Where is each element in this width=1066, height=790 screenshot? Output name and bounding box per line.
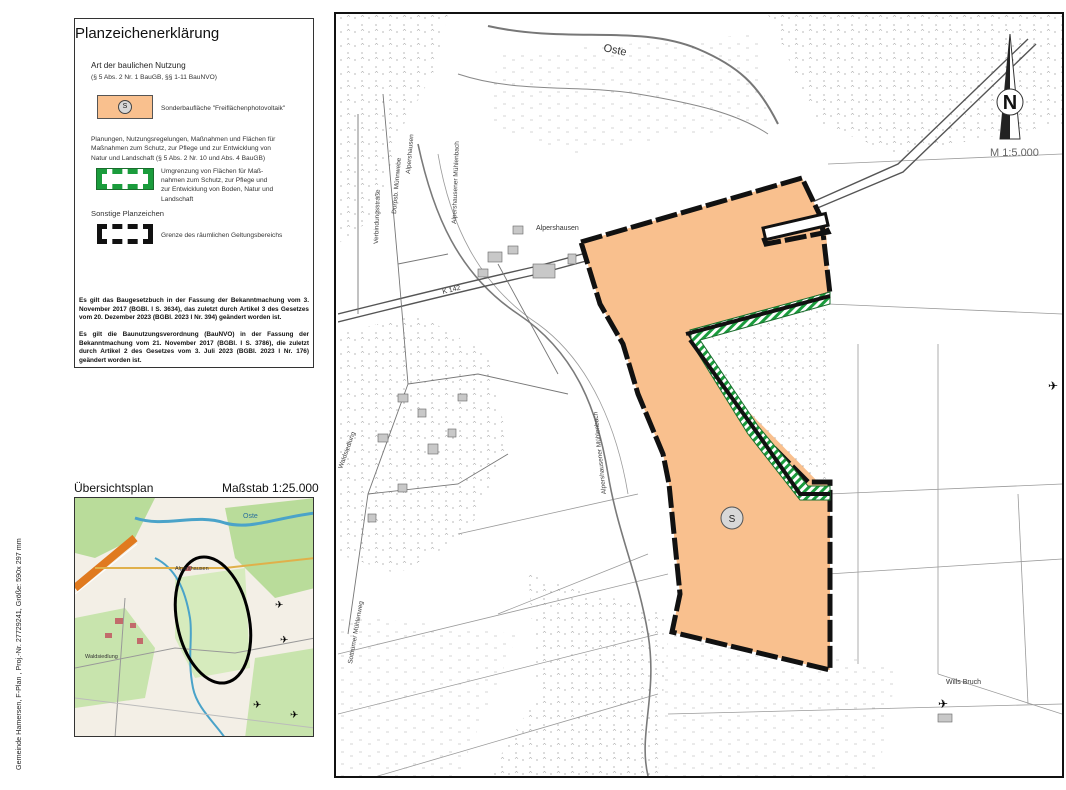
section2-line-2: Maßnahmen zum Schutz, zur Pflege und zur… — [91, 145, 271, 153]
legal-baugb: Es gilt das Baugesetzbuch in der Fassung… — [79, 297, 309, 322]
green-line-3: zur Entwicklung von Boden, Natur und — [161, 186, 274, 194]
sonder-symbol: S — [97, 95, 153, 119]
map-label-alpershausen: Alpershausen — [536, 225, 579, 232]
airfield-icon-3: ✈ — [253, 700, 261, 711]
north-label: N — [1003, 92, 1017, 114]
airfield-icon-2: ✈ — [280, 635, 288, 646]
overview-label-oste: Oste — [243, 513, 258, 520]
sonder-s-marker-label: S — [729, 514, 736, 525]
main-map: S N M 1:5.000 ✈ ✈ Oste Alpershausen K 14… — [338, 14, 1062, 776]
section2-line-3: Natur und Landschaft (§ 5 Abs. 2 Nr. 10 … — [91, 154, 266, 162]
airfield-icon: ✈ — [275, 600, 283, 611]
main-map-svg: S N M 1:5.000 ✈ ✈ Oste Alpershausen K 14… — [338, 14, 1062, 776]
sonder-label: Sonderbaufläche "Freiflächenphotovoltaik… — [161, 105, 286, 112]
legal-baunvo: Es gilt die Baunutzungsverordnung (BauNV… — [79, 331, 309, 364]
side-label-text: Gemeinde Hamersen, F-Plan , Proj.-Nr. 27… — [14, 538, 23, 770]
boundary-label: Grenze des räumlichen Geltungsbereichs — [161, 232, 283, 239]
map-scale-label: M 1:5.000 — [990, 147, 1039, 159]
section3-heading: Sonstige Planzeichen — [91, 209, 165, 218]
airfield-icon-map-1: ✈ — [1048, 379, 1058, 393]
airfield-icon-4: ✈ — [290, 710, 298, 721]
section1-ref: (§ 5 Abs. 2 Nr. 1 BauGB, §§ 1-11 BauNVO) — [91, 74, 217, 81]
green-hatch-symbol — [96, 168, 154, 190]
side-label: Gemeinde Hamersen, F-Plan , Proj.-Nr. 27… — [2, 470, 26, 780]
overview-scale: Maßstab 1:25.000 — [222, 481, 319, 495]
green-line-2: nahmen zum Schutz, zur Pflege und — [161, 177, 268, 185]
green-line-1: Umgrenzung von Flächen für Maß- — [161, 168, 264, 175]
overview-title: Übersichtsplan — [74, 481, 154, 495]
section1-heading: Art der baulichen Nutzung — [91, 61, 186, 70]
overview-label-waldsiedlung: Waldsiedlung — [85, 654, 118, 660]
map-label-wills-bruch: Wills Bruch — [946, 679, 981, 686]
section2-heading: Planungen, Nutzungsregelungen, Maßnahmen… — [91, 135, 275, 163]
airfield-icon-map-2: ✈ — [938, 697, 948, 711]
overview-map-svg: ✈ ✈ ✈ ✈ Oste Alpershausen Waldsiedlung — [75, 498, 313, 736]
overview-map: ✈ ✈ ✈ ✈ Oste Alpershausen Waldsiedlung — [74, 497, 314, 737]
overview-label-alpershausen: Alpershausen — [175, 566, 209, 572]
green-line-4: Landschaft — [161, 195, 194, 203]
green-hatch-label: Umgrenzung von Flächen für Maß- nahmen z… — [161, 167, 273, 204]
legend-box: Planzeichenerklärung Art der baulichen N… — [74, 18, 314, 368]
boundary-symbol — [97, 224, 153, 244]
legend-title: Planzeichenerklärung — [75, 25, 220, 42]
sonder-s-icon: S — [118, 100, 132, 114]
section2-line-1: Planungen, Nutzungsregelungen, Maßnahmen… — [91, 136, 276, 143]
